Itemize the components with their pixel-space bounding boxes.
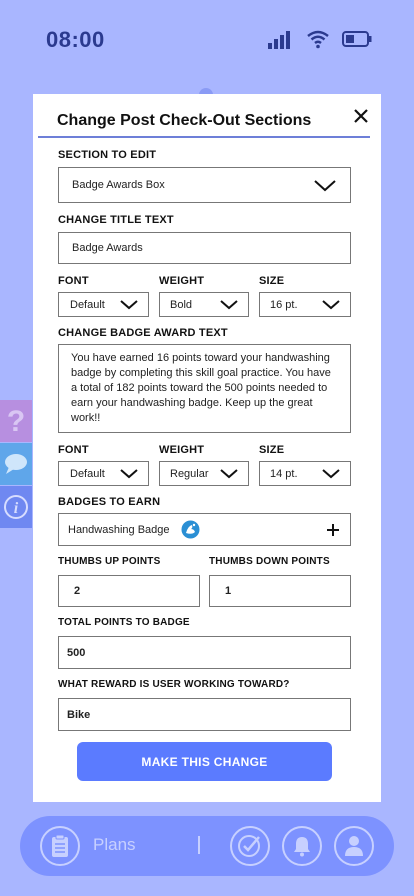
font-label: FONT xyxy=(58,444,89,456)
weight-label: WEIGHT xyxy=(159,275,205,287)
handwashing-badge-icon xyxy=(181,520,200,539)
battery-icon xyxy=(342,31,372,47)
thumbs-up-input[interactable]: 2 xyxy=(58,575,200,607)
clipboard-icon xyxy=(52,834,68,857)
body-font-value: Default xyxy=(70,468,105,480)
title-font-select[interactable]: Default xyxy=(58,292,149,317)
thumbs-down-input[interactable]: 1 xyxy=(209,575,351,607)
wifi-icon xyxy=(307,30,329,49)
size-label: SIZE xyxy=(259,444,285,456)
title-text-input[interactable]: Badge Awards xyxy=(58,232,351,264)
title-size-select[interactable]: 16 pt. xyxy=(259,292,351,317)
weight-label: WEIGHT xyxy=(159,444,205,456)
svg-text:i: i xyxy=(14,500,19,517)
svg-text:?: ? xyxy=(7,406,25,436)
chevron-down-icon xyxy=(220,300,238,310)
bottom-nav: Plans xyxy=(20,816,394,876)
badge-text-label: CHANGE BADGE AWARD TEXT xyxy=(58,327,228,339)
section-value: Badge Awards Box xyxy=(72,179,165,191)
close-icon[interactable] xyxy=(353,108,369,124)
title-size-value: 16 pt. xyxy=(270,299,298,311)
plans-label[interactable]: Plans xyxy=(93,835,136,855)
thumbs-up-label: THUMBS UP POINTS xyxy=(58,556,161,567)
thumbs-down-label: THUMBS DOWN POINTS xyxy=(209,556,330,567)
edit-sections-modal: Change Post Check-Out Sections SECTION T… xyxy=(33,94,381,802)
badge-text-area[interactable]: You have earned 16 points toward your ha… xyxy=(58,344,351,433)
title-divider xyxy=(38,136,370,138)
body-font-select[interactable]: Default xyxy=(58,461,149,486)
plans-button[interactable] xyxy=(40,826,80,866)
chevron-down-icon xyxy=(120,300,138,310)
section-dropdown[interactable]: Badge Awards Box xyxy=(58,167,351,203)
checkmark-icon xyxy=(238,835,260,857)
reward-label: WHAT REWARD IS USER WORKING TOWARD? xyxy=(58,679,290,690)
modal-title: Change Post Check-Out Sections xyxy=(57,112,312,129)
info-tab[interactable]: i xyxy=(0,486,32,528)
notifications-button[interactable] xyxy=(282,826,322,866)
signal-icon xyxy=(268,31,290,49)
bell-icon xyxy=(294,837,310,857)
info-icon: i xyxy=(4,495,28,519)
thumbs-down-value: 1 xyxy=(225,585,232,597)
title-text-value: Badge Awards xyxy=(72,242,143,254)
chat-tab[interactable] xyxy=(0,443,32,485)
reward-input[interactable]: Bike xyxy=(58,698,351,731)
title-text-label: CHANGE TITLE TEXT xyxy=(58,214,174,226)
chat-bubble-icon xyxy=(5,454,27,474)
status-icons xyxy=(268,29,372,49)
title-weight-value: Bold xyxy=(170,299,193,311)
thumbs-up-value: 2 xyxy=(74,585,81,597)
add-icon[interactable] xyxy=(326,523,340,537)
status-time: 08:00 xyxy=(46,27,105,52)
title-font-value: Default xyxy=(70,299,105,311)
chevron-down-icon xyxy=(322,300,340,310)
body-weight-value: Regular xyxy=(170,468,209,480)
badge-chip[interactable]: Handwashing Badge xyxy=(58,513,351,546)
total-label: TOTAL POINTS TO BADGE xyxy=(58,617,190,628)
reward-value: Bike xyxy=(67,709,91,721)
question-mark-icon: ? xyxy=(7,406,25,436)
nav-divider xyxy=(198,836,200,854)
font-label: FONT xyxy=(58,275,89,287)
user-icon xyxy=(345,836,363,856)
badge-value: Handwashing Badge xyxy=(68,524,170,536)
body-size-value: 14 pt. xyxy=(270,468,298,480)
profile-button[interactable] xyxy=(334,826,374,866)
size-label: SIZE xyxy=(259,275,285,287)
make-change-button[interactable]: MAKE THIS CHANGE xyxy=(77,742,332,781)
chevron-down-icon xyxy=(120,469,138,479)
chevron-down-icon xyxy=(314,180,336,192)
body-weight-select[interactable]: Regular xyxy=(159,461,249,486)
chevron-down-icon xyxy=(220,469,238,479)
chevron-down-icon xyxy=(322,469,340,479)
total-value: 500 xyxy=(67,647,86,659)
badges-label: BADGES TO EARN xyxy=(58,496,161,508)
checklist-button[interactable] xyxy=(230,826,270,866)
help-tab[interactable]: ? xyxy=(0,400,32,442)
total-input[interactable]: 500 xyxy=(58,636,351,669)
section-label: SECTION TO EDIT xyxy=(58,149,157,161)
title-weight-select[interactable]: Bold xyxy=(159,292,249,317)
body-size-select[interactable]: 14 pt. xyxy=(259,461,351,486)
